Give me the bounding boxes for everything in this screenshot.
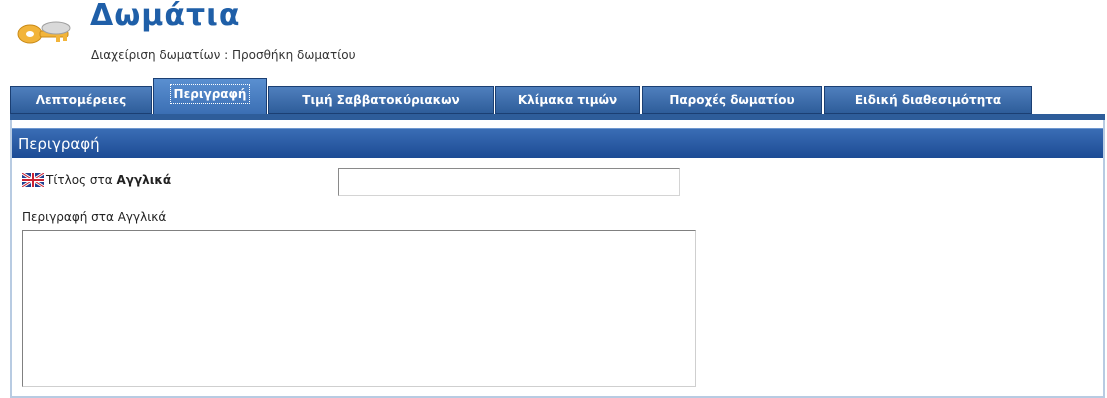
tab-price-scale-label: Κλίμακα τιμών [517, 93, 618, 107]
keys-icon [17, 21, 71, 44]
uk-flag-icon [22, 173, 44, 187]
section-header: Περιγραφή [12, 128, 1103, 158]
description-panel: Περιγραφή Τίτλος στα Αγγλικά Περιγραφή σ… [10, 120, 1105, 398]
description-english-label: Περιγραφή στα Αγγλικά [22, 210, 167, 224]
tab-room-amenities-label: Παροχές δωματίου [669, 93, 795, 107]
title-english-label: Τίτλος στα Αγγλικά [46, 173, 171, 187]
page-title: Δωμάτια [90, 0, 241, 33]
breadcrumb: Διαχείριση δωματίων : Προσθήκη δωματίου [91, 48, 356, 62]
tab-details[interactable]: Λεπτομέρειες [10, 86, 152, 114]
tab-description[interactable]: Περιγραφή [153, 78, 267, 114]
title-english-input[interactable] [338, 168, 680, 196]
tab-weekend-price[interactable]: Τιμή Σαββατοκύριακων [268, 86, 494, 114]
tab-special-availability-label: Ειδική διαθεσιμότητα [854, 93, 1002, 107]
tab-special-availability[interactable]: Ειδική διαθεσιμότητα [824, 86, 1032, 114]
page-header: Δωμάτια Διαχείριση δωματίων : Προσθήκη δ… [12, 0, 612, 78]
tab-weekend-price-label: Τιμή Σαββατοκύριακων [302, 93, 460, 107]
tab-room-amenities[interactable]: Παροχές δωματίου [642, 86, 822, 114]
page: Δωμάτια Διαχείριση δωματίων : Προσθήκη δ… [0, 0, 1107, 398]
description-english-textarea[interactable] [22, 230, 696, 387]
title-label-prefix: Τίτλος στα [46, 173, 117, 187]
title-label-language: Αγγλικά [116, 173, 172, 187]
tab-price-scale[interactable]: Κλίμακα τιμών [495, 86, 640, 114]
tab-details-label: Λεπτομέρειες [35, 93, 127, 107]
tab-bar: Λεπτομέρειες Περιγραφή Τιμή Σαββατοκύρια… [10, 78, 1040, 114]
tab-description-label: Περιγραφή [169, 84, 251, 104]
